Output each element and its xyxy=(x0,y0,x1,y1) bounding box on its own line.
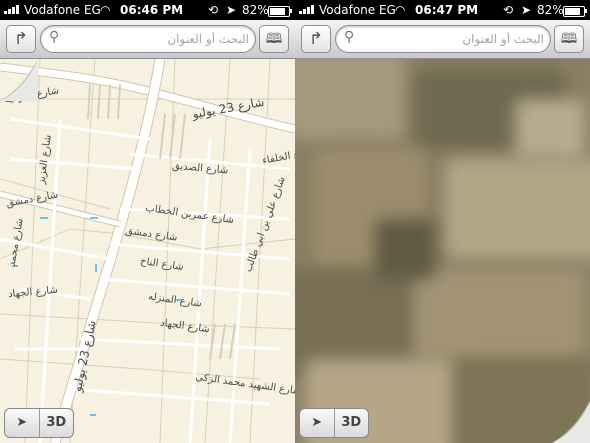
street-map[interactable]: شارع القوميه شارع 23 يوليو شارع العزيز ش… xyxy=(0,59,295,443)
split-screenshot: Vodafone EG ◠ 06:46 PM ⟲ ➤ 82% ↱ ⚲ 🕮 xyxy=(0,0,590,443)
status-bar: Vodafone EG ◠ 06:46 PM ⟲ ➤ 82% xyxy=(0,0,295,20)
map-bottom-controls: ➤ 3D xyxy=(299,408,369,438)
location-arrow-icon: ➤ xyxy=(16,415,28,430)
signal-icon xyxy=(299,5,314,14)
search-input[interactable] xyxy=(67,28,251,50)
directions-button[interactable]: ↱ xyxy=(6,25,36,53)
battery-fill xyxy=(270,8,285,15)
rotation-lock-icon: ⟲ xyxy=(503,3,514,17)
search-icon: ⚲ xyxy=(49,29,60,45)
battery-percent: 82% xyxy=(242,3,269,17)
bookmarks-button[interactable]: 🕮 xyxy=(259,25,289,53)
status-time: 06:47 PM xyxy=(415,3,479,17)
carrier-name: Vodafone EG xyxy=(319,3,396,17)
page-curl-icon[interactable] xyxy=(0,59,38,101)
directions-arrow-icon: ↱ xyxy=(308,29,324,49)
rotation-lock-icon: ⟲ xyxy=(208,3,219,17)
battery-percent: 82% xyxy=(537,3,564,17)
map-toolbar: ↱ ⚲ 🕮 xyxy=(0,20,295,59)
battery-fill xyxy=(565,8,580,15)
track-location-button[interactable]: ➤ xyxy=(300,409,335,437)
search-input[interactable] xyxy=(362,28,546,50)
battery-icon xyxy=(563,6,587,17)
bookmarks-book-icon: 🕮 xyxy=(560,31,578,47)
search-field[interactable]: ⚲ xyxy=(40,25,256,53)
track-location-button[interactable]: ➤ xyxy=(5,409,40,437)
bookmarks-book-icon: 🕮 xyxy=(265,31,283,47)
map-screen: Vodafone EG ◠ 06:46 PM ⟲ ➤ 82% ↱ ⚲ 🕮 xyxy=(0,0,295,443)
location-services-icon: ➤ xyxy=(521,3,532,17)
3d-button[interactable]: 3D xyxy=(335,409,369,437)
map-toolbar: ↱ ⚲ 🕮 xyxy=(295,20,590,59)
wifi-icon: ◠ xyxy=(100,3,111,17)
search-icon: ⚲ xyxy=(344,29,355,45)
battery-icon xyxy=(268,6,292,17)
3d-button[interactable]: 3D xyxy=(40,409,74,437)
wifi-icon: ◠ xyxy=(395,3,406,17)
location-services-icon: ➤ xyxy=(226,3,237,17)
page-curl-icon[interactable] xyxy=(552,401,590,443)
signal-icon xyxy=(4,5,19,14)
map-bottom-controls: ➤ 3D xyxy=(4,408,74,438)
satellite-screen: Vodafone EG ◠ 06:47 PM ⟲ ➤ 82% ↱ ⚲ 🕮 xyxy=(295,0,590,443)
location-arrow-icon: ➤ xyxy=(311,415,323,430)
satellite-imagery[interactable]: ➤ 3D xyxy=(295,59,590,443)
bookmarks-button[interactable]: 🕮 xyxy=(554,25,584,53)
directions-arrow-icon: ↱ xyxy=(13,29,29,49)
carrier-name: Vodafone EG xyxy=(24,3,101,17)
search-field[interactable]: ⚲ xyxy=(335,25,551,53)
status-time: 06:46 PM xyxy=(120,3,184,17)
status-bar: Vodafone EG ◠ 06:47 PM ⟲ ➤ 82% xyxy=(295,0,590,20)
directions-button[interactable]: ↱ xyxy=(301,25,331,53)
